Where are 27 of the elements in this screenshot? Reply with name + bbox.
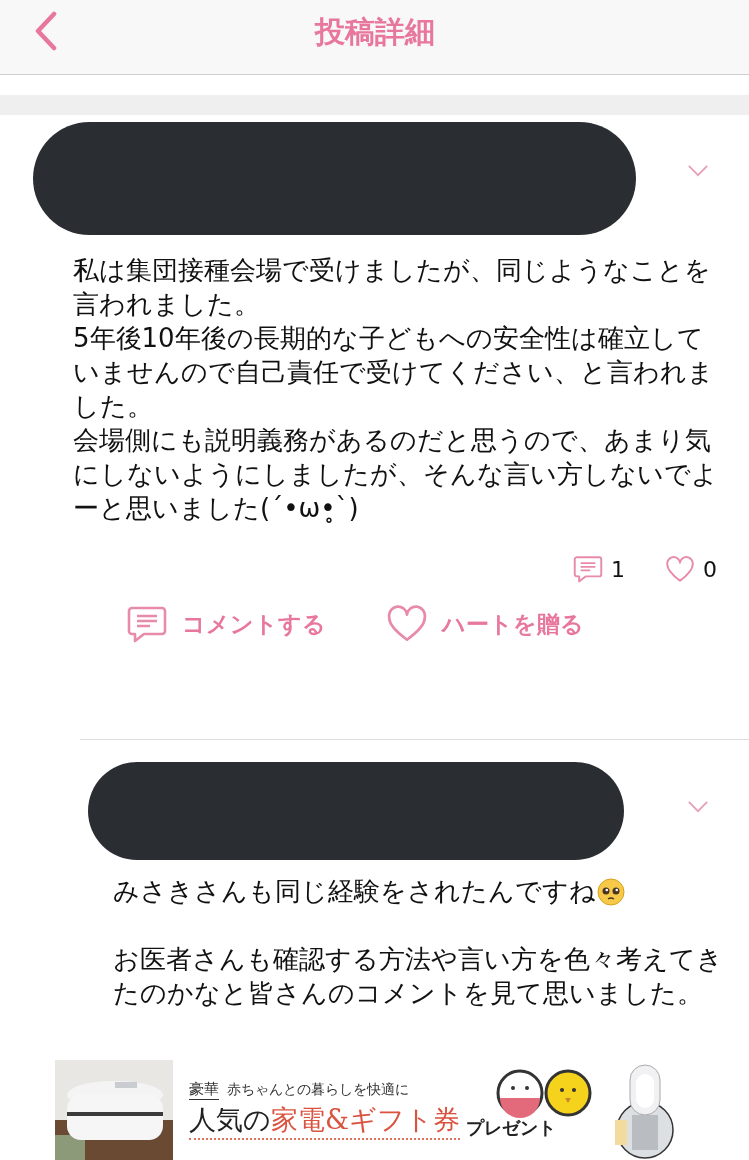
reply-text: たのかなと皆さんのコメントを見て思いました。 — [113, 977, 703, 1010]
ad-tagline: 赤ちゃんとの暮らしを快適に — [227, 1081, 409, 1099]
ad-present-text: プレゼント — [466, 1116, 557, 1140]
ad-headline: 人気の家電&ギフト券 — [189, 1102, 461, 1140]
chevron-down-icon[interactable] — [687, 163, 709, 177]
reply-text: お医者さんも確認する方法や言い方を色々考えてき — [113, 943, 723, 976]
heart-count: 0 — [703, 556, 717, 582]
heart-icon — [665, 555, 695, 583]
post-text: した。 — [73, 390, 154, 423]
post-text: 私は集団接種会場で受けましたが、同じようなことを — [73, 254, 712, 287]
comment-icon — [573, 555, 603, 583]
post-text: ーと思いました(´•ω•̥`) — [73, 492, 360, 525]
comment-count: 1 — [611, 556, 625, 582]
ad-tag: 豪華 — [189, 1080, 219, 1100]
reply-text: みさきさんも同じ経験をされたんですね — [113, 875, 596, 908]
post-text: いませんので自己責任で受けてください、と言われま — [73, 356, 715, 389]
post-text: 言われました。 — [73, 288, 261, 321]
chevron-down-icon[interactable] — [687, 799, 709, 813]
page-title: 投稿詳細 — [314, 12, 435, 51]
post-text: にしないようにしましたが、そんな言い方しないでよ — [73, 458, 719, 491]
comment-button[interactable]: コメントする — [126, 605, 326, 643]
comment-icon — [126, 605, 168, 643]
back-icon[interactable] — [34, 11, 58, 51]
post-text: 5年後10年後の長期的な子どもへの安全性は確立して — [73, 322, 705, 355]
heart-button[interactable]: ハートを贈る — [386, 605, 584, 643]
heart-icon — [386, 605, 428, 643]
post-text: 会場側にも説明義務があるのだと思うので、あまり気 — [73, 424, 712, 457]
